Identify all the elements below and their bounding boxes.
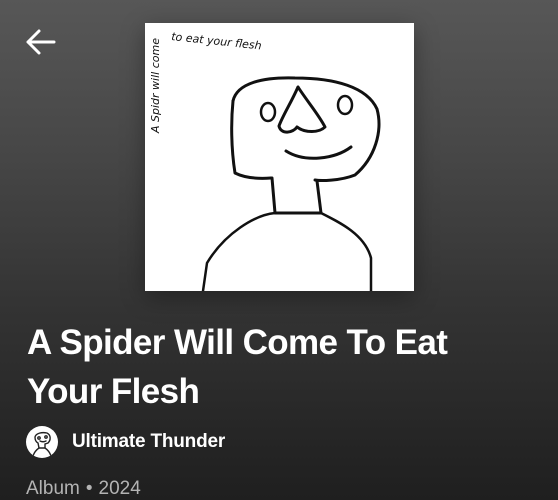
album-meta: Album • 2024 <box>26 478 141 500</box>
svg-text:to eat your flesh: to eat your flesh <box>171 30 263 52</box>
svg-text:A Spidr will come: A Spidr will come <box>149 38 162 134</box>
back-button[interactable] <box>18 22 62 62</box>
album-year: 2024 <box>98 478 141 499</box>
artist-link[interactable]: Ultimate Thunder <box>26 424 225 460</box>
album-title: A Spider Will Come To Eat Your Flesh <box>27 323 448 411</box>
album-cover-art: A Spidr will come to eat your flesh <box>145 23 414 291</box>
meta-separator: • <box>85 478 93 499</box>
artist-name[interactable]: Ultimate Thunder <box>72 431 225 453</box>
arrow-left-icon <box>23 27 57 57</box>
album-type: Album <box>26 478 80 499</box>
artist-avatar[interactable] <box>26 426 58 458</box>
